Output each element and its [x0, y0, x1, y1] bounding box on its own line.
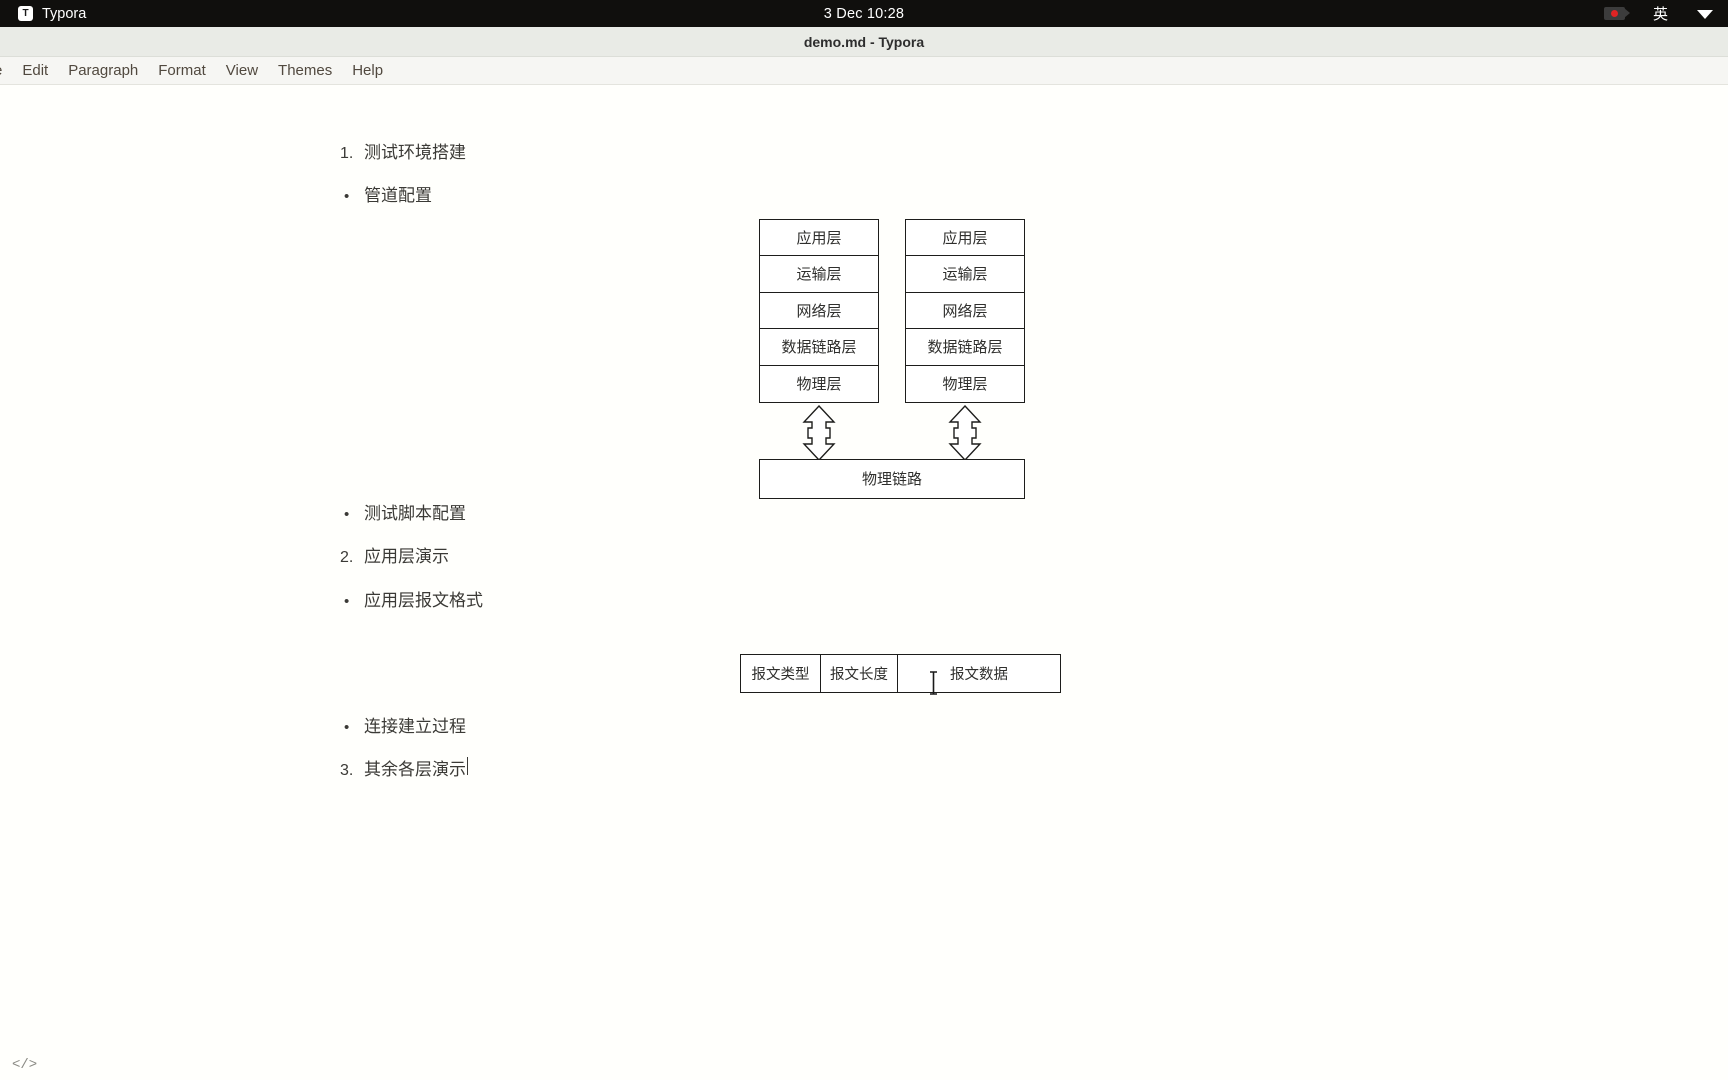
- list-item[interactable]: • 连接建立过程: [340, 714, 1400, 740]
- double-arrow-icon-left: [802, 404, 836, 461]
- menu-item-file[interactable]: e: [0, 59, 12, 82]
- menu-item-view[interactable]: View: [216, 59, 268, 82]
- packet-format-table: 报文类型 报文长度 报文数据: [740, 653, 1061, 693]
- list-marker: •: [344, 718, 350, 736]
- layer-box: 网络层: [760, 292, 878, 329]
- layer-box: 网络层: [906, 292, 1024, 329]
- list-item-label: 应用层报文格式: [364, 591, 483, 610]
- document-content[interactable]: 1. 测试环境搭建 • 管道配置 应用层 运输层 网络层 数据链路层 物理层 应…: [340, 140, 1400, 783]
- layer-box: 物理层: [906, 365, 1024, 402]
- list-item-label: 测试环境搭建: [364, 143, 466, 162]
- list-item[interactable]: • 管道配置: [340, 183, 1400, 209]
- window-title-bar: demo.md - Typora: [0, 27, 1728, 57]
- list-marker: •: [344, 593, 350, 610]
- layer-box: 数据链路层: [760, 329, 878, 366]
- system-top-bar: T Typora 3 Dec 10:28 英: [0, 0, 1728, 27]
- list-marker: 3.: [340, 762, 354, 779]
- packet-cell-length: 报文长度: [821, 654, 898, 692]
- osi-layer-diagram[interactable]: 应用层 运输层 网络层 数据链路层 物理层 应用层 运输层 网络层 数据链路层 …: [340, 218, 1400, 509]
- list-item-label: 应用层演示: [364, 547, 449, 566]
- layer-box: 物理层: [760, 365, 878, 402]
- list-item[interactable]: 3. 其余各层演示: [340, 757, 1400, 783]
- list-item[interactable]: • 应用层报文格式: [340, 588, 1400, 614]
- screen-recording-icon[interactable]: [1603, 7, 1630, 20]
- list-item-label: 其余各层演示: [364, 760, 466, 779]
- system-app-name: Typora: [42, 5, 87, 22]
- list-marker: 2.: [340, 549, 354, 566]
- menu-item-help[interactable]: Help: [342, 59, 393, 82]
- double-arrow-icon-right: [948, 404, 982, 461]
- menu-item-themes[interactable]: Themes: [268, 59, 342, 82]
- input-method-indicator[interactable]: 英: [1653, 3, 1668, 24]
- layer-box: 数据链路层: [906, 329, 1024, 366]
- layer-box: 运输层: [906, 256, 1024, 293]
- protocol-stack-left: 应用层 运输层 网络层 数据链路层 物理层: [759, 218, 879, 403]
- typora-app-icon: T: [18, 6, 33, 21]
- list-marker: •: [344, 188, 350, 205]
- list-marker: 1.: [340, 145, 354, 162]
- protocol-stack-right: 应用层 运输层 网络层 数据链路层 物理层: [905, 218, 1025, 403]
- physical-link-box: 物理链路: [759, 458, 1025, 499]
- packet-cell-type: 报文类型: [741, 654, 821, 692]
- record-dot: [1610, 10, 1618, 17]
- list-item[interactable]: 1. 测试环境搭建: [340, 140, 1400, 166]
- menu-bar: e Edit Paragraph Format View Themes Help: [0, 57, 1728, 85]
- wifi-icon[interactable]: [1696, 7, 1714, 20]
- source-code-mode-icon[interactable]: </>: [12, 1057, 37, 1073]
- layer-box: 运输层: [760, 256, 878, 293]
- menu-item-format[interactable]: Format: [148, 59, 216, 82]
- text-caret: [467, 757, 468, 775]
- packet-format-diagram[interactable]: 报文类型 报文长度 报文数据: [340, 653, 1400, 714]
- editor-area[interactable]: 1. 测试环境搭建 • 管道配置 应用层 运输层 网络层 数据链路层 物理层 应…: [0, 85, 1728, 1050]
- menu-item-edit[interactable]: Edit: [12, 59, 58, 82]
- page-title: demo.md - Typora: [803, 33, 925, 50]
- packet-cell-data: 报文数据: [950, 666, 1008, 683]
- layer-box: 应用层: [906, 219, 1024, 256]
- status-bar: </>: [0, 1050, 1728, 1080]
- list-item[interactable]: 2. 应用层演示: [340, 544, 1400, 570]
- camera-body: [1603, 7, 1630, 20]
- system-tray: 英: [1603, 0, 1714, 27]
- system-app-indicator[interactable]: T Typora: [0, 6, 300, 22]
- list-item-label: 连接建立过程: [364, 716, 466, 736]
- layer-box: 应用层: [760, 219, 878, 256]
- menu-item-paragraph[interactable]: Paragraph: [58, 59, 148, 82]
- wifi-glyph: [1697, 10, 1713, 19]
- list-item-label: 管道配置: [364, 186, 432, 205]
